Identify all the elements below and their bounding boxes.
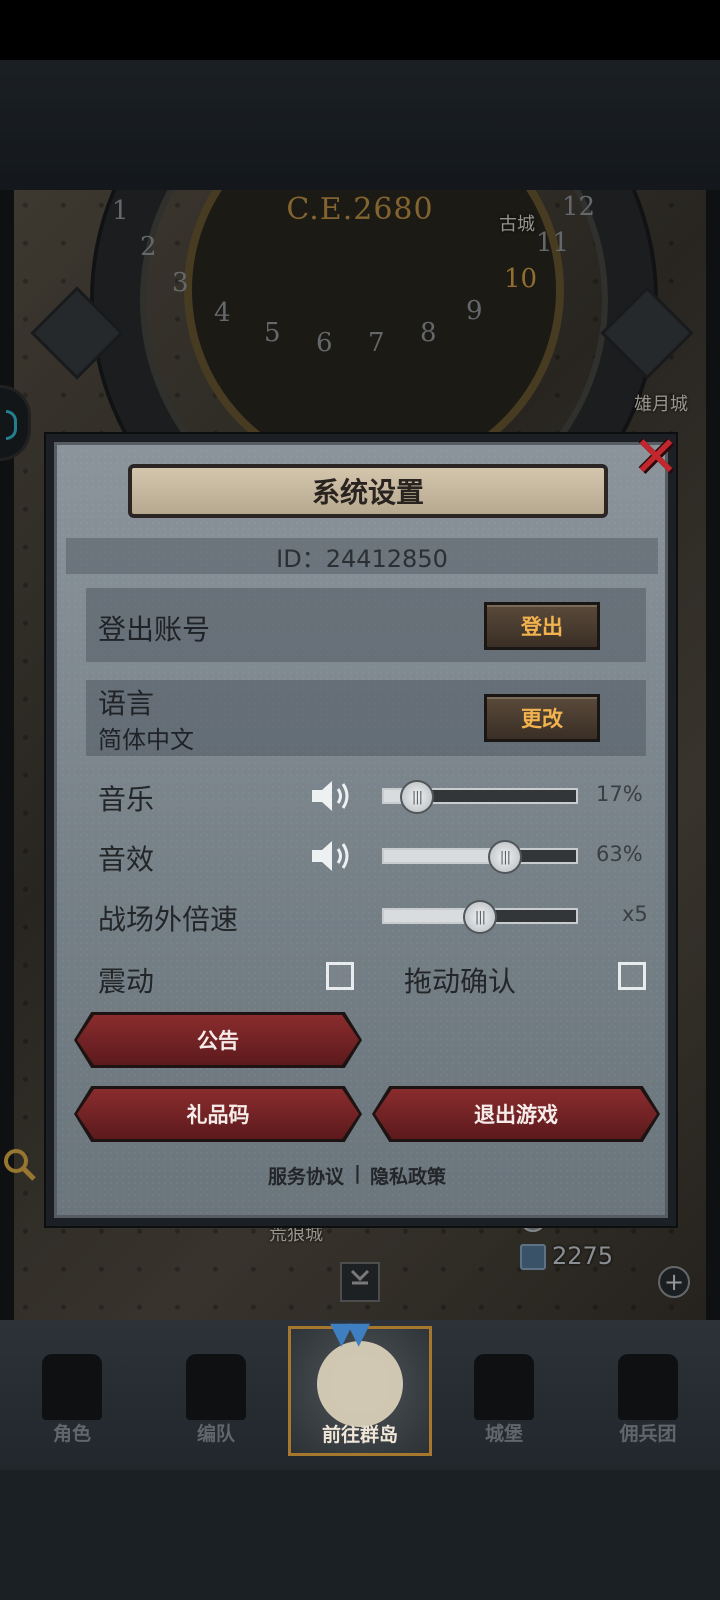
sfx-slider-knob[interactable]: ||| [488,840,522,874]
logout-row: 登出账号 登出 [86,588,646,662]
notice-button[interactable]: 公告 [77,1015,359,1065]
nav-label: 编队 [196,1423,235,1445]
sfx-speaker-icon[interactable] [310,836,354,876]
nav-item-castle[interactable]: 城堡 [432,1320,576,1470]
nav-item-mercenary[interactable]: 佣兵团 [576,1320,720,1470]
chevron-down-icon: ▼▼ [330,1316,370,1351]
nav-item-formation[interactable]: 编队 [144,1320,288,1470]
quit-game-button[interactable]: 退出游戏 [375,1089,657,1139]
speed-label: 战场外倍速 [98,903,239,936]
sfx-percent: 63% [596,842,643,866]
change-language-button[interactable]: 更改 [484,694,600,742]
logout-label: 登出账号 [98,613,211,646]
user-id: ID：24412850 [66,538,658,574]
status-bar [0,0,720,60]
nav-item-character[interactable]: 角色 [0,1320,144,1470]
mercenary-icon [618,1354,678,1420]
drag-confirm-checkbox[interactable] [618,962,646,990]
nav-label: 城堡 [484,1423,523,1445]
music-speaker-icon[interactable] [310,776,354,816]
drag-confirm-label: 拖动确认 [404,965,517,998]
logout-button[interactable]: 登出 [484,602,600,650]
music-slider-knob[interactable]: ||| [400,780,434,814]
knight-icon [42,1354,102,1420]
sfx-slider[interactable]: ||| [382,840,578,874]
speed-slider-knob[interactable]: ||| [463,900,497,934]
close-button[interactable]: ✕ [628,425,684,490]
gift-code-button[interactable]: 礼品码 [77,1089,359,1139]
music-slider[interactable]: ||| [382,780,578,814]
dialog-title: 系统设置 [311,476,424,509]
privacy-link[interactable]: 隐私政策 [370,1162,446,1189]
sfx-label: 音效 [98,843,155,876]
language-value: 简体中文 [98,726,194,754]
nav-label: 佣兵团 [619,1423,677,1445]
title-plate: 系统设置 [128,464,608,518]
vibration-label: 震动 [98,965,155,998]
language-row: 语言 简体中文 更改 [86,680,646,756]
vibration-checkbox[interactable] [326,962,354,990]
close-icon: ✕ [632,424,680,490]
castle-icon [474,1354,534,1420]
speed-slider[interactable]: ||| [382,900,578,934]
bottom-background [0,1470,720,1600]
language-label: 语言 [98,687,155,720]
sfx-slider-fill [384,850,505,862]
settings-dialog: 系统设置 ID：24412850 登出账号 登出 语言 简体中文 更改 音乐 |… [46,434,676,1226]
terms-link[interactable]: 服务协议 [268,1162,344,1189]
footer-separator: | [354,1162,361,1184]
formation-icon [186,1354,246,1420]
music-label: 音乐 [98,783,155,816]
islands-icon [317,1341,403,1427]
music-percent: 17% [596,782,643,806]
speed-value: x5 [622,902,648,926]
nav-label: 角色 [52,1423,91,1445]
